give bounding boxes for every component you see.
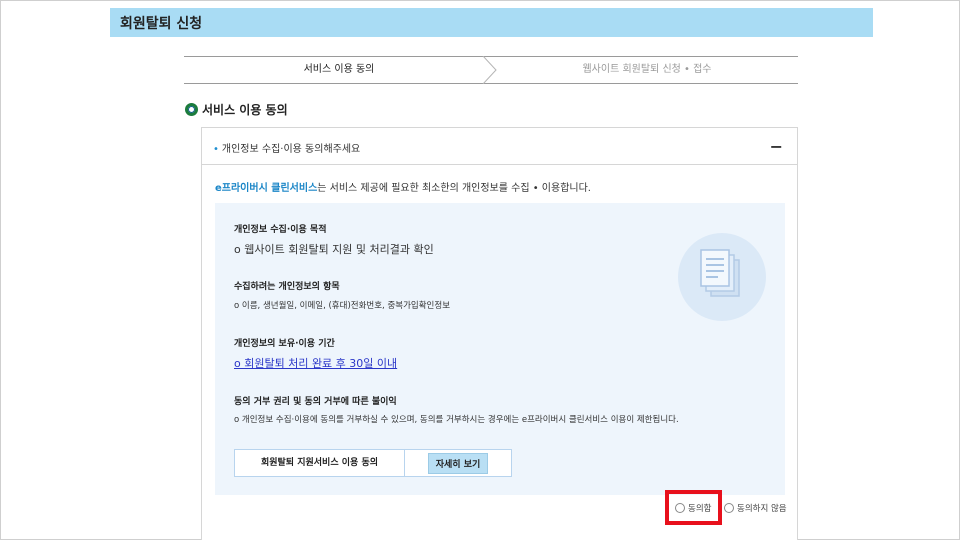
disagree-radio-option[interactable]: 동의하지 않음 (724, 496, 787, 520)
section-heading-text: 서비스 이용 동의 (202, 102, 288, 117)
items-value: o 이름, 생년월일, 이메일, (휴대)전화번호, 중복가입확인정보 (234, 301, 451, 311)
intro-rest: 는 서비스 제공에 필요한 최소한의 개인정보를 수집 • 이용합니다. (317, 183, 591, 194)
step-indicator: 서비스 이용 동의 웹사이트 회원탈퇴 신청 • 접수 (184, 56, 798, 84)
refusal-heading: 동의 거부 권리 및 동의 거부에 따른 불이익 (234, 397, 397, 407)
step-withdrawal-request: 웹사이트 회원탈퇴 신청 • 접수 (582, 64, 712, 75)
service-consent-label: 회원탈퇴 지원서비스 이용 동의 (235, 450, 405, 476)
document-icon (678, 233, 766, 321)
step-service-consent: 서비스 이용 동의 (303, 64, 375, 75)
agree-label: 동의함 (688, 503, 712, 514)
panel-header-label: • 개인정보 수집·이용 동의해주세요 (213, 140, 360, 155)
agree-radio-option[interactable]: 동의함 (665, 490, 722, 525)
consent-panel: • 개인정보 수집·이용 동의해주세요 − e프라이버시 클린서비스는 서비스 제… (201, 127, 798, 540)
page-title-bar: 회원탈퇴 신청 (110, 8, 873, 37)
view-details-button[interactable]: 자세히 보기 (427, 452, 489, 474)
service-consent-button-cell: 자세히 보기 (405, 450, 511, 476)
page-title: 회원탈퇴 신청 (120, 16, 203, 32)
items-heading: 수집하려는 개인정보의 항목 (234, 282, 340, 292)
info-box: 개인정보 수집·이용 목적 o 웹사이트 회원탈퇴 지원 및 처리결과 확인 수… (215, 203, 785, 495)
retention-heading: 개인정보의 보유·이용 기간 (234, 339, 335, 349)
section-bullet-icon (185, 102, 198, 116)
bullet-dot-icon: • (213, 144, 219, 155)
panel-header[interactable]: • 개인정보 수집·이용 동의해주세요 − (202, 128, 797, 165)
purpose-value: o 웹사이트 회원탈퇴 지원 및 처리결과 확인 (234, 243, 434, 256)
purpose-heading: 개인정보 수집·이용 목적 (234, 225, 327, 235)
section-heading: 서비스 이용 동의 (185, 100, 288, 118)
agree-radio-icon[interactable] (675, 502, 685, 513)
intro-brand: e프라이버시 클린서비스 (215, 183, 318, 194)
collapse-icon[interactable]: − (770, 137, 783, 156)
service-consent-table: 회원탈퇴 지원서비스 이용 동의 자세히 보기 (234, 449, 512, 477)
intro-text: e프라이버시 클린서비스는 서비스 제공에 필요한 최소한의 개인정보를 수집 … (215, 179, 591, 194)
disagree-label: 동의하지 않음 (737, 504, 787, 514)
refusal-value: o 개인정보 수집·이용에 동의를 거부하실 수 있으며, 동의를 거부하시는 … (234, 415, 679, 425)
retention-link[interactable]: o 회원탈퇴 처리 완료 후 30일 이내 (234, 355, 397, 371)
document-stack-icon (700, 249, 740, 297)
panel-header-text: 개인정보 수집·이용 동의해주세요 (221, 144, 361, 155)
disagree-radio-icon[interactable] (724, 503, 734, 513)
